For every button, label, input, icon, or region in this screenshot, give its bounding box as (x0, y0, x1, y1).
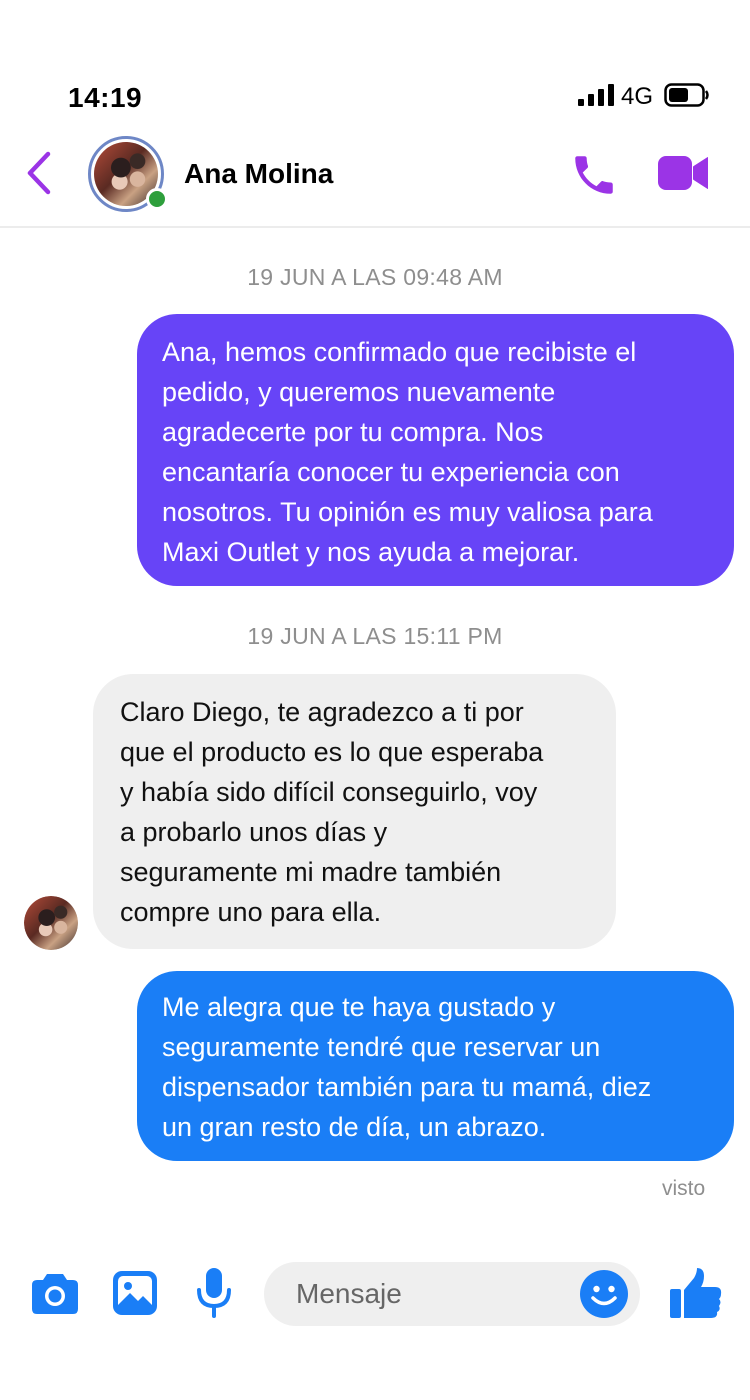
header-divider (0, 226, 750, 228)
contact-name[interactable]: Ana Molina (184, 158, 333, 190)
camera-icon[interactable] (32, 1272, 78, 1314)
sender-avatar[interactable] (24, 896, 78, 950)
signal-icon (578, 84, 614, 106)
video-camera-icon[interactable] (658, 153, 708, 193)
seen-indicator: visto (662, 1177, 706, 1200)
thumbs-up-icon[interactable] (670, 1268, 722, 1318)
outgoing-message-bubble[interactable]: Me alegra que te haya gustado y segurame… (137, 971, 734, 1161)
gallery-icon[interactable] (113, 1271, 157, 1315)
network-type: 4G (621, 83, 654, 110)
incoming-message-bubble[interactable]: Claro Diego, te agradezco a ti por que e… (93, 674, 616, 949)
battery-icon (664, 83, 709, 107)
microphone-icon[interactable] (196, 1268, 232, 1318)
back-arrow-icon[interactable] (24, 150, 54, 196)
status-time: 14:19 (68, 82, 143, 113)
message-timestamp: 19 JUN A LAS 09:48 AM (247, 264, 503, 290)
message-timestamp: 19 JUN A LAS 15:11 PM (247, 623, 503, 649)
online-status-indicator (146, 188, 168, 210)
outgoing-message-bubble[interactable]: Ana, hemos confirmado que recibiste el p… (137, 314, 734, 586)
emoji-icon[interactable] (580, 1270, 628, 1318)
phone-icon[interactable] (568, 150, 620, 200)
message-input-placeholder: Mensaje (296, 1278, 402, 1309)
